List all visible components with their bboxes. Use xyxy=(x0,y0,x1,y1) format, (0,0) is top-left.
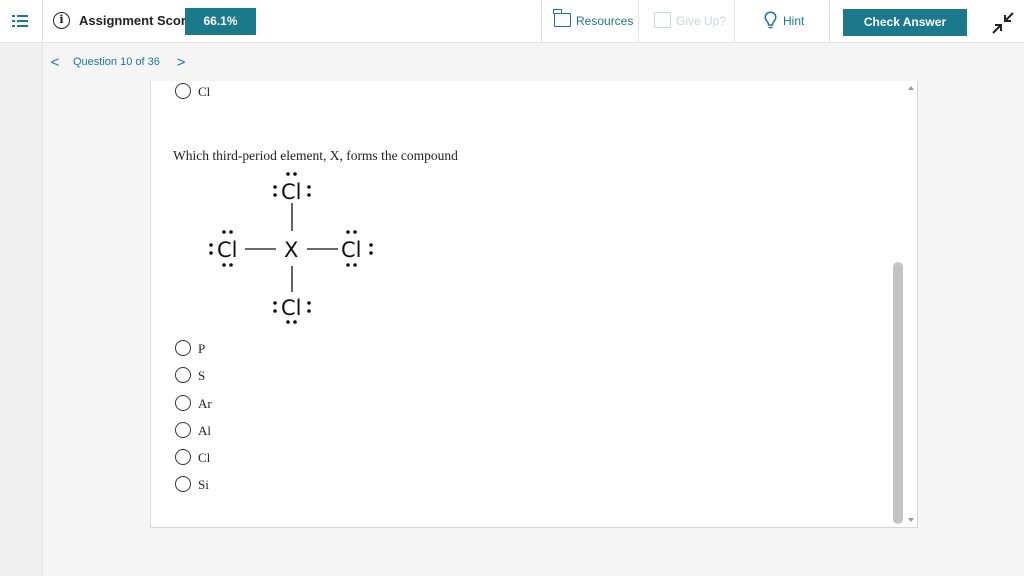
scroll-up-arrow-icon[interactable] xyxy=(908,86,914,90)
hint-button[interactable]: Hint xyxy=(734,0,830,43)
assignment-score-label: Assignment Score: xyxy=(79,13,198,28)
next-question-button[interactable]: > xyxy=(174,54,188,72)
give-up-button: Give Up? xyxy=(638,0,734,43)
radio-button[interactable] xyxy=(175,340,191,356)
lightbulb-icon xyxy=(764,11,777,29)
right-chlorine-atom: Cl xyxy=(341,238,362,262)
option-label: Si xyxy=(198,477,209,492)
radio-button[interactable] xyxy=(175,422,191,438)
top-chlorine-atom: Cl xyxy=(281,180,302,204)
radio-button[interactable] xyxy=(175,449,191,465)
option-label: Al xyxy=(198,423,211,438)
resources-label: Resources xyxy=(576,14,634,28)
folder-icon xyxy=(553,9,571,27)
resources-button[interactable]: Resources xyxy=(541,0,638,43)
bottom-chlorine-atom: Cl xyxy=(281,296,302,320)
check-answer-button[interactable]: Check Answer xyxy=(843,9,967,36)
hint-label: Hint xyxy=(783,14,805,28)
radio-button[interactable] xyxy=(175,83,191,99)
info-icon[interactable]: i xyxy=(53,12,70,29)
give-up-label: Give Up? xyxy=(676,14,727,28)
assignment-score-value: 66.1% xyxy=(185,8,256,35)
collapse-icon[interactable] xyxy=(992,12,1014,34)
top-bar: i Assignment Score: 66.1% Resources Give… xyxy=(0,0,1024,43)
menu-icon[interactable] xyxy=(12,14,28,28)
option-label: Ar xyxy=(198,396,212,411)
option-label: P xyxy=(198,341,206,356)
menu-column xyxy=(0,0,43,43)
side-strip xyxy=(0,44,43,576)
give-up-icon xyxy=(654,12,671,28)
scroll-down-arrow-icon[interactable] xyxy=(908,518,914,522)
option-label: Cl xyxy=(198,84,211,99)
option-label: Cl xyxy=(198,450,211,465)
radio-button[interactable] xyxy=(175,395,191,411)
previous-question-button[interactable]: < xyxy=(48,54,62,72)
scrollbar-thumb[interactable] xyxy=(893,262,903,524)
question-counter: Question 10 of 36 xyxy=(73,56,160,68)
question-text: Which third-period element, X, forms the… xyxy=(173,148,458,163)
radio-button[interactable] xyxy=(175,367,191,383)
left-chlorine-atom: Cl xyxy=(217,238,238,262)
radio-button[interactable] xyxy=(175,476,191,492)
lewis-structure: Cl X Cl Cl Cl xyxy=(209,172,373,324)
option-label: S xyxy=(198,368,206,383)
central-atom: X xyxy=(284,238,298,262)
